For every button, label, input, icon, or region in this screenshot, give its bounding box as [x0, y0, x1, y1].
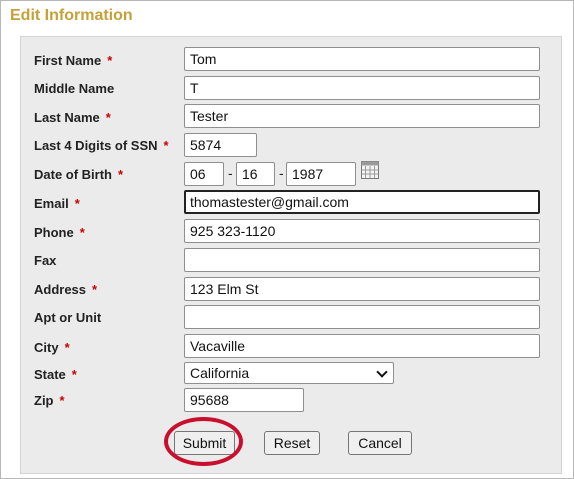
last-name-label: Last Name * — [34, 110, 111, 125]
phone-label: Phone * — [34, 225, 85, 240]
submit-button[interactable]: Submit — [174, 431, 235, 455]
required-marker: * — [59, 393, 65, 408]
required-marker: * — [64, 340, 70, 355]
required-marker: * — [71, 367, 77, 382]
apt-input[interactable] — [184, 305, 540, 329]
state-selected-value: California — [190, 365, 250, 381]
middle-name-input[interactable] — [184, 76, 540, 100]
required-marker: * — [107, 53, 113, 68]
required-marker: * — [92, 282, 98, 297]
page-title: Edit Information — [10, 7, 133, 24]
calendar-icon[interactable] — [361, 161, 379, 179]
required-marker: * — [79, 225, 85, 240]
dob-year-input[interactable] — [286, 162, 356, 186]
zip-label: Zip * — [34, 393, 65, 408]
dob-month-input[interactable] — [184, 162, 224, 186]
state-label: State * — [34, 367, 77, 382]
required-marker: * — [163, 138, 169, 153]
address-label: Address * — [34, 282, 98, 297]
apt-label: Apt or Unit — [34, 310, 102, 325]
middle-name-label: Middle Name — [34, 81, 115, 96]
dob-separator: - — [228, 165, 233, 181]
required-marker: * — [118, 167, 124, 182]
ssn-label: Last 4 Digits of SSN * — [34, 138, 169, 153]
city-label: City * — [34, 340, 70, 355]
first-name-label: First Name * — [34, 53, 113, 68]
reset-button[interactable]: Reset — [264, 431, 320, 455]
dob-label: Date of Birth * — [34, 167, 124, 182]
required-marker: * — [74, 196, 80, 211]
email-input[interactable] — [184, 190, 540, 214]
city-input[interactable] — [184, 334, 540, 358]
last-name-input[interactable] — [184, 104, 540, 128]
chevron-down-icon — [376, 366, 388, 378]
email-label: Email * — [34, 196, 80, 211]
dob-separator: - — [279, 165, 284, 181]
cancel-button[interactable]: Cancel — [348, 431, 412, 455]
fax-input[interactable] — [184, 248, 540, 272]
phone-input[interactable] — [184, 219, 540, 243]
zip-input[interactable] — [184, 388, 304, 412]
state-select[interactable]: California — [184, 362, 394, 384]
address-input[interactable] — [184, 277, 540, 301]
required-marker: * — [105, 110, 111, 125]
fax-label: Fax — [34, 253, 57, 268]
ssn-last4-input[interactable] — [184, 133, 257, 157]
first-name-input[interactable] — [184, 47, 540, 71]
dob-day-input[interactable] — [236, 162, 275, 186]
